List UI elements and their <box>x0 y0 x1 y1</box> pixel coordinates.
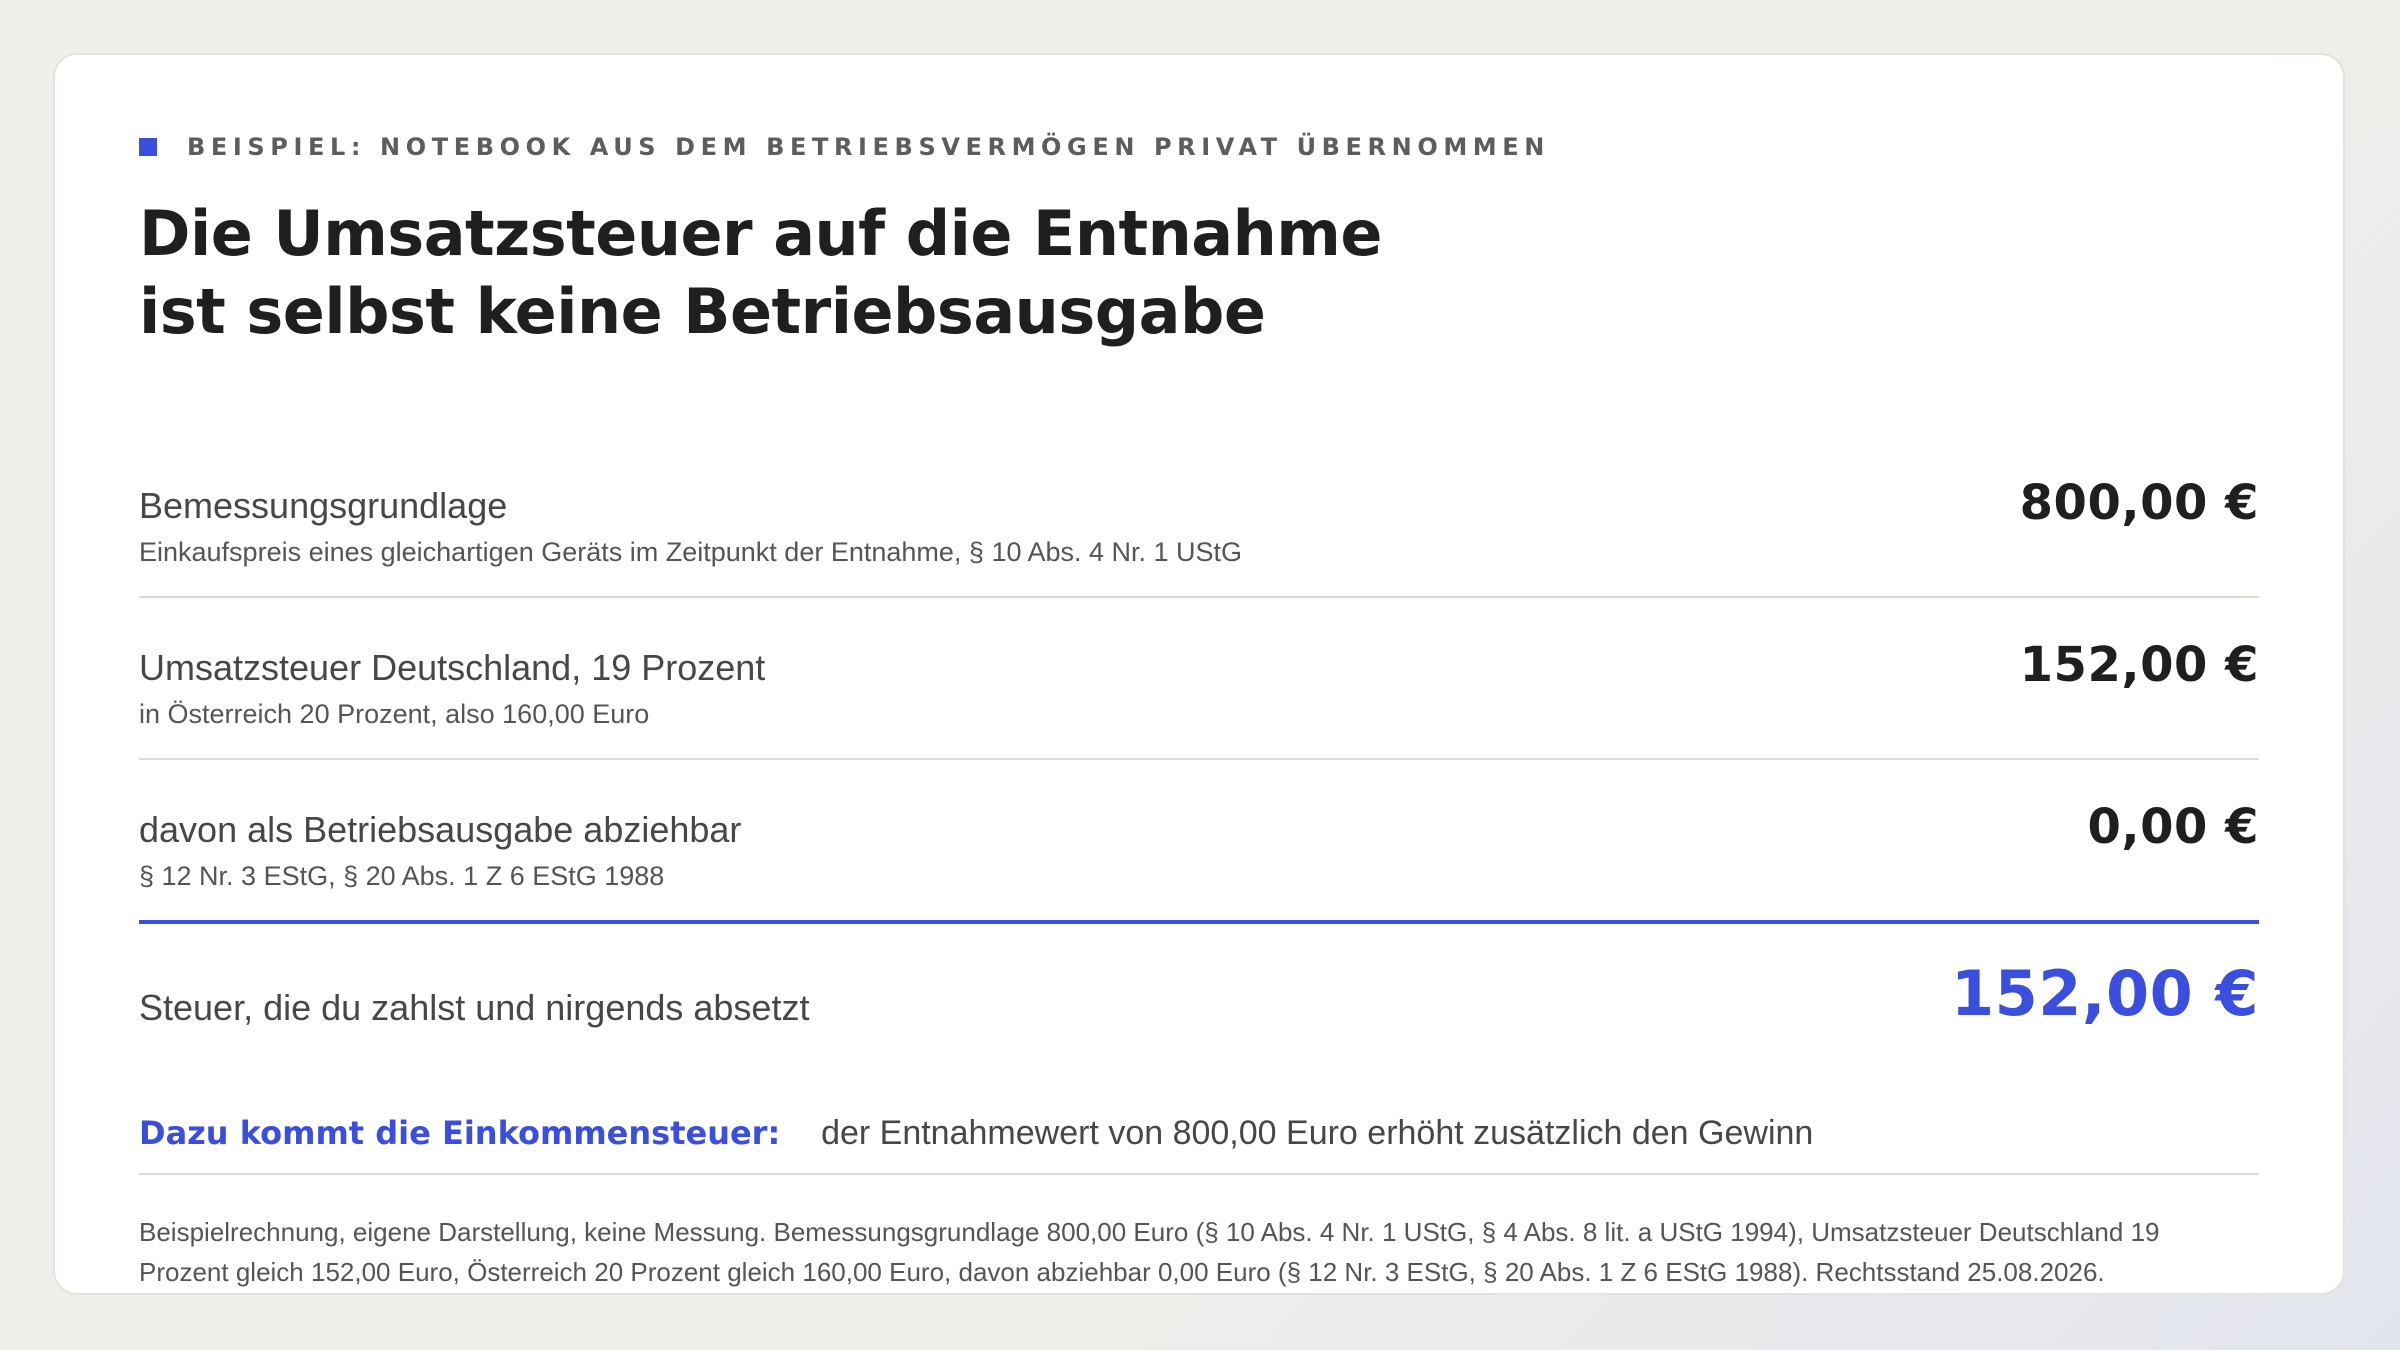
page-title: Die Umsatzsteuer auf die Entnahme ist se… <box>139 195 1382 351</box>
square-marker-icon <box>139 138 157 156</box>
row-umsatzsteuer: Umsatzsteuer Deutschland, 19 Prozent in … <box>139 637 2259 761</box>
title-line-2: ist selbst keine Betriebsausgabe <box>139 275 1266 348</box>
footnote-line-1: Beispielrechnung, eigene Darstellung, ke… <box>139 1217 2160 1247</box>
row-divider <box>139 758 2259 760</box>
row-sublabel: in Österreich 20 Prozent, also 160,00 Eu… <box>139 699 650 729</box>
row-value: 152,00 € <box>2019 637 2259 693</box>
total-divider <box>139 920 2259 924</box>
note-text: der Entnahmewert von 800,00 Euro erhöht … <box>821 1114 1814 1152</box>
row-sublabel: § 12 Nr. 3 EStG, § 20 Abs. 1 Z 6 EStG 19… <box>139 861 665 891</box>
eyebrow: BEISPIEL: NOTEBOOK AUS DEM BETRIEBSVERMÖ… <box>139 133 1550 161</box>
card-content: BEISPIEL: NOTEBOOK AUS DEM BETRIEBSVERMÖ… <box>139 55 2259 1293</box>
total-value: 152,00 € <box>1951 957 2259 1030</box>
row-value: 800,00 € <box>2019 475 2259 531</box>
example-card: BEISPIEL: NOTEBOOK AUS DEM BETRIEBSVERMÖ… <box>53 53 2345 1295</box>
row-label: Umsatzsteuer Deutschland, 19 Prozent <box>139 647 766 688</box>
row-sublabel: Einkaufspreis eines gleichartigen Geräts… <box>139 537 1243 567</box>
total-row: Steuer, die du zahlst und nirgends abset… <box>139 955 2259 1045</box>
note-divider <box>139 1173 2259 1175</box>
note-heading: Dazu kommt die Einkommensteuer: <box>139 1114 781 1152</box>
footnote-line-2: Prozent gleich 152,00 Euro, Österreich 2… <box>139 1257 2105 1287</box>
row-label: davon als Betriebsausgabe abziehbar <box>139 809 742 850</box>
title-line-1: Die Umsatzsteuer auf die Entnahme <box>139 197 1382 270</box>
row-label: Bemessungsgrundlage <box>139 485 508 526</box>
row-divider <box>139 596 2259 598</box>
income-tax-note: Dazu kommt die Einkommensteuer: der Entn… <box>139 1113 1813 1153</box>
row-betriebsausgabe: davon als Betriebsausgabe abziehbar § 12… <box>139 799 2259 923</box>
footnote: Beispielrechnung, eigene Darstellung, ke… <box>139 1212 2259 1292</box>
eyebrow-label: BEISPIEL: NOTEBOOK AUS DEM BETRIEBSVERMÖ… <box>187 133 1550 161</box>
total-label: Steuer, die du zahlst und nirgends abset… <box>139 987 810 1028</box>
row-value: 0,00 € <box>2087 799 2259 855</box>
row-bemessungsgrundlage: Bemessungsgrundlage Einkaufspreis eines … <box>139 475 2259 599</box>
